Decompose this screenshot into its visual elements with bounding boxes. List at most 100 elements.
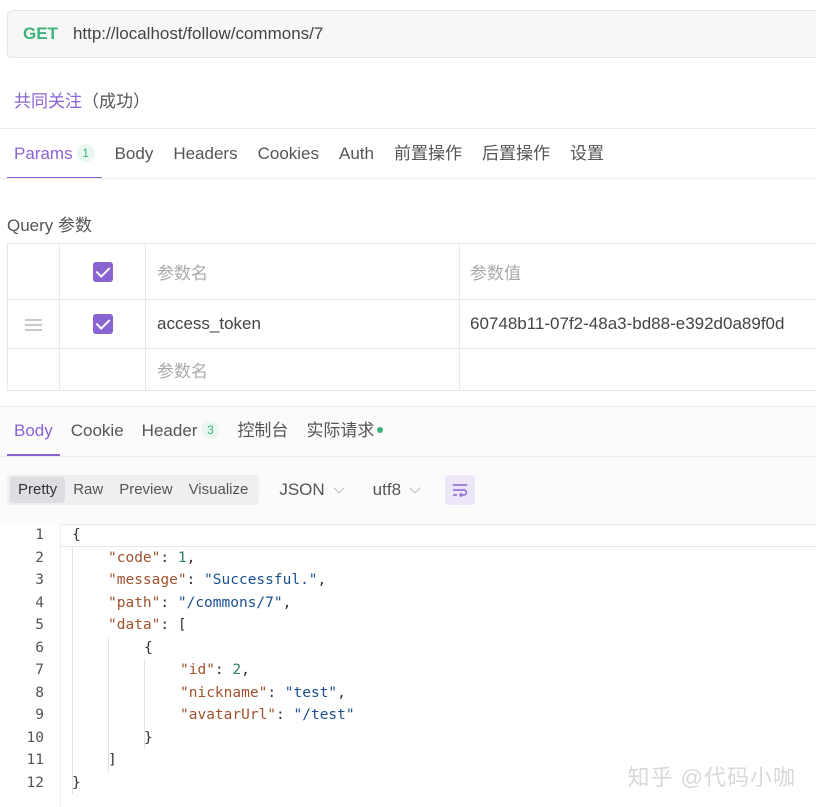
new-param-value-field[interactable] xyxy=(459,348,816,391)
divider xyxy=(0,178,816,179)
code-text: "avatarUrl": "/test" xyxy=(180,707,355,723)
tab-auth[interactable]: Auth xyxy=(332,129,381,179)
line-number: 12 xyxy=(26,774,44,791)
http-method[interactable]: GET xyxy=(23,24,58,44)
line-number: 2 xyxy=(35,549,44,566)
code-text: "id": 2, xyxy=(180,662,250,678)
param-enabled-checkbox[interactable] xyxy=(92,314,113,335)
tab-params[interactable]: Params 1 xyxy=(7,129,102,179)
json-key: "code" xyxy=(108,549,161,566)
table-header-row: 参数名 参数值 xyxy=(7,243,816,300)
check-col-header xyxy=(59,243,146,300)
tab-body[interactable]: Body xyxy=(108,129,161,179)
drag-cell xyxy=(7,348,60,391)
format-select-value: JSON xyxy=(279,480,325,499)
code-text: "path": "/commons/7", xyxy=(108,594,292,611)
json-key: "data" xyxy=(108,617,161,633)
line-number: 5 xyxy=(35,617,44,633)
line-number: 6 xyxy=(35,639,44,656)
line-number: 9 xyxy=(35,707,44,723)
json-key: "avatarUrl" xyxy=(180,707,277,723)
json-value: [ xyxy=(177,617,187,633)
json-punct: , xyxy=(241,662,250,678)
drag-handle-icon[interactable] xyxy=(25,316,42,334)
format-select[interactable]: JSON xyxy=(279,480,345,500)
query-section-title: Query 参数 xyxy=(7,216,93,235)
resp-tab-body[interactable]: Body xyxy=(7,406,60,456)
code-text: "nickname": "test", xyxy=(180,684,346,701)
watermark: 知乎 @代码小咖 xyxy=(627,765,796,790)
url-input[interactable]: http://localhost/follow/commons/7 xyxy=(73,24,323,44)
code-text: } xyxy=(72,772,81,795)
json-key: "path" xyxy=(108,594,161,611)
gutter-divider xyxy=(60,524,61,807)
param-value-field[interactable]: 60748b11-07f2-48a3-bd88-e392d0a89f0d xyxy=(459,299,816,349)
json-key: "id" xyxy=(180,662,215,678)
view-visualize[interactable]: Visualize xyxy=(181,477,257,503)
view-preview[interactable]: Preview xyxy=(111,477,180,503)
active-line-highlight xyxy=(61,524,816,547)
code-bracket: { xyxy=(72,527,81,543)
line-number: 1 xyxy=(35,527,44,543)
params-table: 参数名 参数值 access_token 60748b11-07f2-48a3-… xyxy=(7,243,816,391)
param-name-field[interactable]: access_token xyxy=(145,299,460,349)
code-text: { xyxy=(72,524,81,547)
tab-post-request[interactable]: 后置操作 xyxy=(475,129,557,179)
status-dot-icon xyxy=(377,427,384,433)
code-text: } xyxy=(144,727,153,750)
view-mode-switch: Pretty Raw Preview Visualize xyxy=(7,475,260,505)
param-value-header: 参数值 xyxy=(459,243,816,300)
resp-tab-console[interactable]: 控制台 xyxy=(230,406,295,456)
code-bracket: } xyxy=(144,729,153,746)
code-text: "message": "Successful.", xyxy=(108,572,327,588)
json-punct: , xyxy=(186,549,196,566)
view-toolbar: Pretty Raw Preview Visualize JSON utf8 xyxy=(7,475,476,505)
tab-settings[interactable]: 设置 xyxy=(563,129,611,179)
json-punct: , xyxy=(317,572,327,588)
table-row: access_token 60748b11-07f2-48a3-bd88-e39… xyxy=(7,299,816,349)
code-bracket: ] xyxy=(108,752,117,768)
json-key: "message" xyxy=(108,572,187,588)
line-number: 8 xyxy=(35,684,44,701)
tab-headers[interactable]: Headers xyxy=(166,129,244,179)
view-raw[interactable]: Raw xyxy=(65,477,111,503)
new-param-name-field[interactable]: 参数名 xyxy=(145,348,460,391)
resp-tab-cookie[interactable]: Cookie xyxy=(64,406,131,456)
check-cell xyxy=(59,348,146,391)
param-name-header: 参数名 xyxy=(145,243,460,300)
resp-tab-header[interactable]: Header 3 xyxy=(135,406,227,456)
tab-params-label: Params xyxy=(14,144,73,163)
url-bar[interactable]: GET http://localhost/follow/commons/7 xyxy=(7,10,816,58)
chevron-down-icon xyxy=(409,481,421,494)
indent-guide xyxy=(72,546,73,794)
resp-tab-actual-request[interactable]: 实际请求 xyxy=(299,406,390,456)
json-value: 2 xyxy=(232,662,242,678)
json-value: "test" xyxy=(284,684,338,701)
tab-cookies[interactable]: Cookies xyxy=(251,129,326,179)
api-name[interactable]: 共同关注（成功） xyxy=(14,87,150,112)
json-key: "nickname" xyxy=(180,684,268,701)
view-pretty[interactable]: Pretty xyxy=(10,477,66,503)
code-text: { xyxy=(144,637,153,660)
wrap-icon xyxy=(453,484,468,497)
api-status: （成功） xyxy=(82,92,150,111)
line-number: 11 xyxy=(26,752,44,768)
line-number: 10 xyxy=(26,729,44,746)
select-all-checkbox[interactable] xyxy=(92,261,113,282)
json-value: "Successful." xyxy=(204,572,318,588)
json-punct: , xyxy=(282,594,292,611)
encoding-select-value: utf8 xyxy=(372,480,402,499)
params-count-badge: 1 xyxy=(76,144,95,162)
line-number: 4 xyxy=(35,594,44,611)
encoding-select[interactable]: utf8 xyxy=(372,480,421,500)
table-row-new: 参数名 xyxy=(7,348,816,391)
code-text: ] xyxy=(108,749,117,772)
api-title: 共同关注 xyxy=(14,92,82,111)
tab-pre-request[interactable]: 前置操作 xyxy=(387,129,469,179)
chevron-down-icon xyxy=(333,481,345,494)
word-wrap-button[interactable] xyxy=(445,475,476,505)
code-text: "code": 1, xyxy=(108,549,196,566)
header-count-badge: 3 xyxy=(201,421,220,439)
resp-tab-header-label: Header xyxy=(141,421,198,440)
drag-col-header xyxy=(7,243,60,300)
